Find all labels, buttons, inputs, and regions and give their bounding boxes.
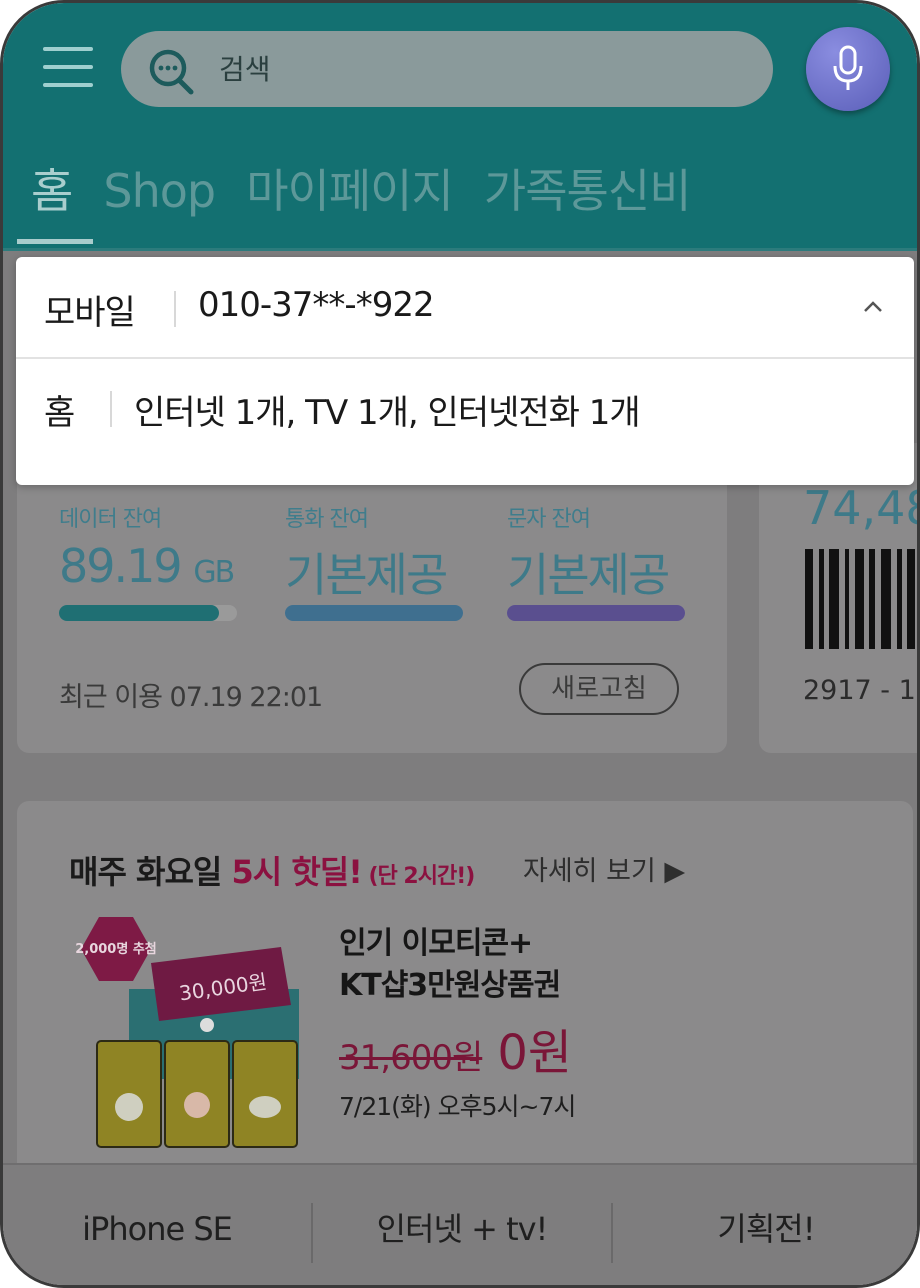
search-input[interactable] [219, 45, 739, 93]
search-icon [149, 49, 194, 95]
promo-item-title: 인기 이모티콘+ KT샵3만원상품권 [339, 923, 561, 1007]
data-usage: 데이터 잔여 89.19 GB [59, 501, 235, 593]
tab-family-bill[interactable]: 가족통신비 [484, 155, 692, 221]
tab-mypage[interactable]: 마이페이지 [246, 155, 454, 221]
sms-usage-value: 기본제공 [507, 548, 670, 602]
promo-sale-price: 0원 [497, 1025, 573, 1081]
promo-more-link[interactable]: 자세히 보기 ▶ [523, 849, 685, 888]
chevron-up-icon[interactable] [861, 299, 885, 315]
promo-badge-text: 2,000명 추첨 [75, 941, 157, 957]
call-usage-value: 기본제공 [285, 548, 448, 602]
line-separator [110, 391, 112, 427]
promo-title-hot: 5시 핫딜! [231, 853, 362, 891]
data-usage-amount: 89.19 [59, 539, 183, 593]
promo-title-note: (단 2시간!) [361, 864, 475, 889]
call-usage: 통화 잔여 기본제공 [285, 501, 448, 605]
sms-usage-label: 문자 잔여 [507, 507, 591, 532]
main-tabs: 홈 Shop 마이페이지 가족통신비 [31, 155, 717, 225]
promo-original-price: 31,600원 [339, 1038, 483, 1078]
sms-usage-bar-fill [507, 605, 685, 621]
payment-amount: 74,48 [803, 481, 917, 535]
line-selector-dropdown: 모바일 010-37**-*922 홈 인터넷 1개, TV 1개, 인터넷전화… [16, 257, 914, 485]
promo-emoticon-image: 2,000명 추첨 30,000원 [75, 917, 299, 1148]
payment-card[interactable]: 74,48 2917 - 10 [759, 443, 920, 753]
hamburger-menu-icon[interactable] [43, 43, 93, 91]
barcode-image [805, 549, 915, 649]
call-usage-bar [285, 605, 463, 621]
shortcut-iphone-se[interactable]: iPhone SE [3, 1165, 311, 1285]
app-screen: 홈 Shop 마이페이지 가족통신비 데이터 잔여 89.19 GB 통화 잔여… [0, 0, 920, 1288]
search-bar[interactable] [121, 31, 773, 107]
data-usage-unit: GB [193, 555, 235, 590]
call-usage-label: 통화 잔여 [285, 507, 369, 532]
shortcut-internet-tv[interactable]: 인터넷 + tv! [313, 1165, 611, 1285]
line-separator [174, 291, 176, 327]
data-usage-bar [59, 605, 237, 621]
promo-price: 31,600원 0원 [339, 1013, 572, 1083]
bottom-shortcut-tabs: iPhone SE 인터넷 + tv! 기획전! [3, 1163, 917, 1285]
promo-date: 7/21(화) 오후5시~7시 [339, 1092, 576, 1121]
tab-shop[interactable]: Shop [103, 164, 216, 218]
recent-usage-time: 최근 이용 07.19 22:01 [59, 682, 323, 713]
promo-item-title-line2: KT샵3만원상품권 [339, 968, 561, 1003]
call-usage-bar-fill [285, 605, 463, 621]
line-services-home: 인터넷 1개, TV 1개, 인터넷전화 1개 [134, 393, 641, 433]
promo-item-title-line1: 인기 이모티콘+ [339, 926, 533, 961]
line-option-mobile[interactable]: 모바일 010-37**-*922 [16, 257, 914, 357]
promo-title: 매주 화요일 5시 핫딜! (단 2시간!) [69, 847, 475, 893]
line-option-home[interactable]: 홈 인터넷 1개, TV 1개, 인터넷전화 1개 [16, 363, 914, 485]
refresh-button[interactable]: 새로고침 [519, 663, 679, 715]
microphone-icon [833, 45, 863, 90]
line-category-home: 홈 [44, 393, 75, 433]
data-usage-label: 데이터 잔여 [59, 507, 162, 532]
shortcut-promotions[interactable]: 기획전! [613, 1165, 917, 1285]
data-usage-bar-fill [59, 605, 220, 621]
active-tab-indicator [17, 239, 93, 244]
data-usage-value: 89.19 GB [59, 539, 235, 593]
header: 홈 Shop 마이페이지 가족통신비 [3, 3, 917, 253]
sms-usage-bar [507, 605, 685, 621]
line-number-mobile: 010-37**-*922 [198, 285, 435, 325]
tab-home[interactable]: 홈 [31, 155, 73, 221]
line-category-mobile: 모바일 [44, 293, 136, 333]
sms-usage: 문자 잔여 기본제공 [507, 501, 670, 605]
dropdown-divider [16, 357, 914, 359]
payment-barcode-number: 2917 - 10 [803, 675, 920, 706]
usage-card: 데이터 잔여 89.19 GB 통화 잔여 기본제공 문자 잔여 기본제공 최근… [17, 443, 727, 753]
voice-search-button[interactable] [806, 27, 890, 111]
promo-title-prefix: 매주 화요일 [69, 853, 232, 891]
